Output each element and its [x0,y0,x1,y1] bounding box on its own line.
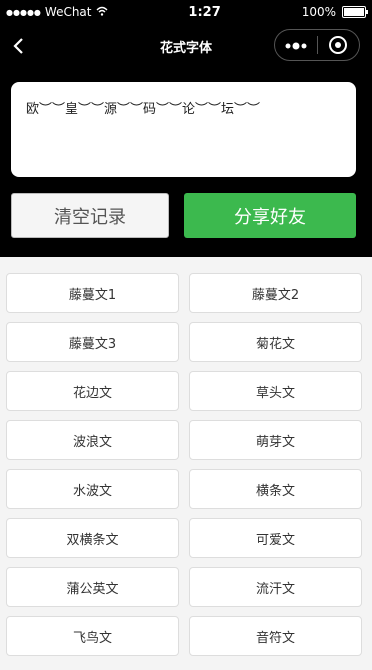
style-option[interactable]: 横条文 [189,469,362,509]
text-input[interactable]: 欧︶︶皇︶︶源︶︶码︶︶论︶︶坛︶︶ [11,82,356,177]
style-option[interactable]: 音符文 [189,616,362,656]
style-option[interactable]: 双横条文 [6,518,179,558]
style-option[interactable]: 花边文 [6,371,179,411]
style-option[interactable]: 萌芽文 [189,420,362,460]
wifi-icon [96,5,108,19]
style-option[interactable]: 藤蔓文1 [6,273,179,313]
editor-panel: 欧︶︶皇︶︶源︶︶码︶︶论︶︶坛︶︶ 清空记录 分享好友 [0,68,372,257]
back-button[interactable] [8,34,28,58]
status-bar: ●●●●● WeChat 1:27 100% [0,0,372,24]
carrier-label: WeChat [44,5,92,19]
battery-icon [342,6,368,18]
battery-percent: 100% [301,5,336,19]
chevron-left-icon [13,38,23,54]
style-option[interactable]: 藤蔓文3 [6,322,179,362]
close-button[interactable] [318,36,360,54]
more-dots-icon [284,36,308,55]
page-title: 花式字体 [159,40,212,56]
navbar: 花式字体 [0,24,372,68]
status-right: 100% [301,5,368,19]
share-button[interactable]: 分享好友 [184,193,356,238]
style-option[interactable]: 水波文 [6,469,179,509]
style-option[interactable]: 飞鸟文 [6,616,179,656]
record-circle-icon [329,36,348,54]
signal-icon: ●●●●● [6,7,41,17]
font-style-grid: 藤蔓文1 藤蔓文2 藤蔓文3 菊花文 花边文 草头文 波浪文 萌芽文 水波文 横… [0,257,372,656]
style-option[interactable]: 蒲公英文 [6,567,179,607]
clear-button[interactable]: 清空记录 [11,193,169,238]
status-left: ●●●●● WeChat [6,5,108,19]
mini-program-capsule [274,29,360,61]
style-option[interactable]: 藤蔓文2 [189,273,362,313]
style-option[interactable]: 可爱文 [189,518,362,558]
style-option[interactable]: 草头文 [189,371,362,411]
status-time: 1:27 [188,4,221,20]
style-option[interactable]: 菊花文 [189,322,362,362]
style-option[interactable]: 波浪文 [6,420,179,460]
more-button[interactable] [275,36,317,55]
style-option[interactable]: 流汗文 [189,567,362,607]
